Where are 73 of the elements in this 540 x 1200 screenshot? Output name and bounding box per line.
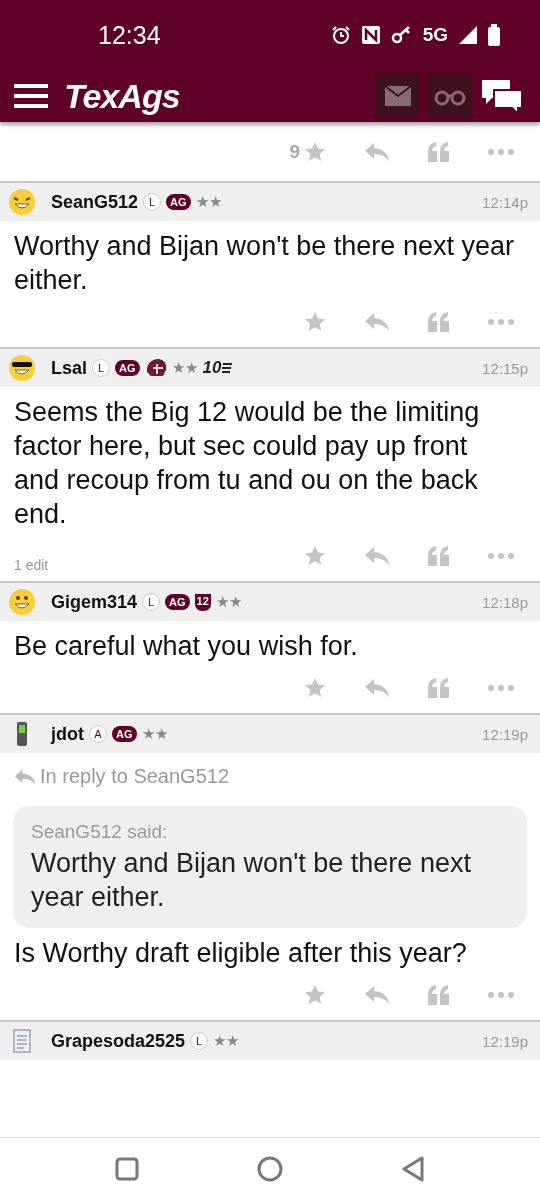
quote-icon[interactable] — [428, 678, 450, 698]
username-link[interactable]: jdot — [51, 723, 84, 745]
tenure-badge: 10 — [202, 358, 233, 378]
alarm-icon — [330, 25, 351, 45]
post-time: 12:18p — [482, 593, 528, 611]
rank-badge: L — [143, 193, 162, 211]
helmet-icon — [144, 358, 167, 378]
more-icon[interactable] — [488, 992, 514, 998]
rating-stars: ★★ — [215, 593, 242, 611]
group-badge: AG — [112, 726, 137, 742]
username-link[interactable]: Gigem314 — [51, 591, 138, 613]
nfc-icon — [360, 25, 381, 45]
quote-icon[interactable] — [428, 141, 450, 162]
envelope-icon — [385, 86, 411, 106]
more-icon[interactable] — [488, 685, 514, 691]
quote-icon[interactable] — [428, 546, 450, 566]
quote-author: SeanG512 said: — [31, 820, 169, 844]
post-time: 12:19p — [482, 725, 528, 743]
avatar-icon — [8, 354, 36, 382]
reply-icon[interactable] — [364, 546, 390, 566]
rating-stars: ★★ — [213, 1032, 240, 1050]
quote-icon[interactable] — [428, 312, 450, 332]
star-icon[interactable] — [304, 311, 326, 333]
post-time: 12:15p — [482, 359, 528, 377]
messages-button[interactable] — [376, 74, 420, 118]
star-icon[interactable] — [304, 140, 326, 163]
group-badge: AG — [165, 594, 190, 610]
reply-icon[interactable] — [364, 678, 390, 698]
chat-bubbles-icon[interactable] — [480, 78, 524, 114]
rank-badge: L — [190, 1032, 209, 1050]
battery-icon — [488, 24, 500, 46]
reply-icon[interactable] — [364, 141, 390, 162]
rank-badge: A — [89, 725, 107, 743]
home-icon[interactable] — [257, 1156, 283, 1182]
more-icon[interactable] — [488, 553, 514, 559]
network-label: 5G — [422, 24, 448, 46]
rating-stars: ★★ — [195, 193, 222, 211]
rating-stars: ★★ — [141, 725, 168, 743]
rank-badge: L — [92, 359, 111, 377]
group-badge: AG — [166, 194, 191, 210]
post-time: 12:14p — [482, 193, 528, 211]
username-link[interactable]: SeanG512 — [51, 191, 139, 213]
star-icon[interactable] — [304, 545, 326, 567]
more-icon[interactable] — [488, 319, 514, 325]
status-time: 12:34 — [98, 20, 161, 50]
post-text: Be careful what you wish for. — [13, 630, 359, 663]
binoculars-button[interactable] — [428, 74, 472, 118]
star-icon[interactable] — [304, 677, 326, 699]
post-text: Seems the Big 12 would be the limiting factor here, but sec could pay up front and recoup from tu and ou on the back end. — [13, 396, 481, 531]
rank-badge: L — [142, 593, 161, 611]
more-icon[interactable] — [488, 148, 514, 155]
signal-icon — [458, 25, 478, 45]
back-icon[interactable] — [401, 1156, 425, 1182]
username-link[interactable]: Grapesoda2525 — [51, 1030, 186, 1052]
post-text: Is Worthy draft eligible after this year? — [13, 937, 468, 970]
quote-text: Worthy and Bijan won't be there next year either. — [31, 847, 472, 914]
shield-badge: 12 — [194, 593, 211, 611]
avatar-icon — [8, 188, 36, 216]
username-link[interactable]: Lsal — [51, 357, 88, 379]
menu-icon[interactable] — [14, 83, 48, 109]
reply-icon — [14, 767, 36, 786]
quote-icon[interactable] — [428, 985, 450, 1005]
post-text: Worthy and Bijan won't be there next year either. — [13, 230, 515, 297]
star-count: 9 — [289, 140, 300, 163]
rating-stars: ★★ — [171, 359, 198, 377]
reply-icon[interactable] — [364, 312, 390, 332]
recents-icon[interactable] — [115, 1157, 139, 1181]
reply-icon[interactable] — [364, 985, 390, 1005]
star-icon[interactable] — [304, 984, 326, 1006]
group-badge: AG — [115, 360, 140, 376]
avatar-icon — [8, 588, 36, 616]
logo[interactable]: TexAgs — [64, 76, 180, 116]
post-time: 12:19p — [482, 1032, 528, 1050]
